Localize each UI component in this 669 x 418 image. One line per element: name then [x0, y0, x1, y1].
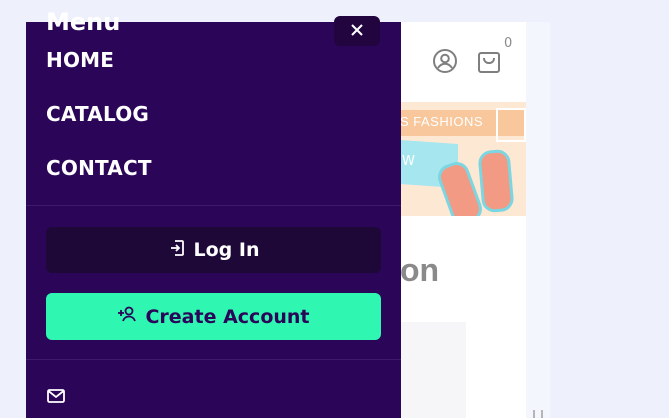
- cart-count-badge: 0: [504, 36, 513, 51]
- banner-towel-text: W: [402, 154, 415, 169]
- create-account-button[interactable]: Create Account: [46, 293, 381, 340]
- close-button[interactable]: [334, 16, 380, 46]
- menu-drawer: Menu HOME CATALOG CONTACT Log In Create …: [26, 8, 401, 418]
- nav-item-contact[interactable]: CONTACT: [46, 156, 152, 180]
- nav-item-catalog[interactable]: CATALOG: [46, 102, 149, 126]
- hero-banner[interactable]: S FASHIONS W: [400, 102, 526, 216]
- cart-icon[interactable]: [476, 48, 502, 74]
- mail-icon[interactable]: [47, 388, 65, 404]
- banner-text: S FASHIONS: [400, 114, 484, 129]
- sign-in-icon: [168, 239, 186, 262]
- account-icon[interactable]: [432, 48, 458, 74]
- drawer-divider: [26, 205, 401, 206]
- drawer-title: Menu: [46, 8, 121, 36]
- user-plus-icon: [117, 305, 137, 328]
- drawer-divider-bottom: [26, 359, 401, 360]
- banner-frame: [496, 108, 526, 142]
- product-card-placeholder[interactable]: [400, 322, 466, 418]
- flip-flop-right: [477, 148, 515, 214]
- section-title-fragment: on: [400, 252, 440, 288]
- close-icon: [350, 22, 364, 41]
- login-label: Log In: [193, 239, 260, 261]
- create-account-label: Create Account: [145, 305, 310, 328]
- resize-handle[interactable]: [533, 410, 543, 418]
- nav-item-home[interactable]: HOME: [46, 48, 114, 72]
- header-icons: [432, 48, 502, 74]
- login-button[interactable]: Log In: [46, 227, 381, 273]
